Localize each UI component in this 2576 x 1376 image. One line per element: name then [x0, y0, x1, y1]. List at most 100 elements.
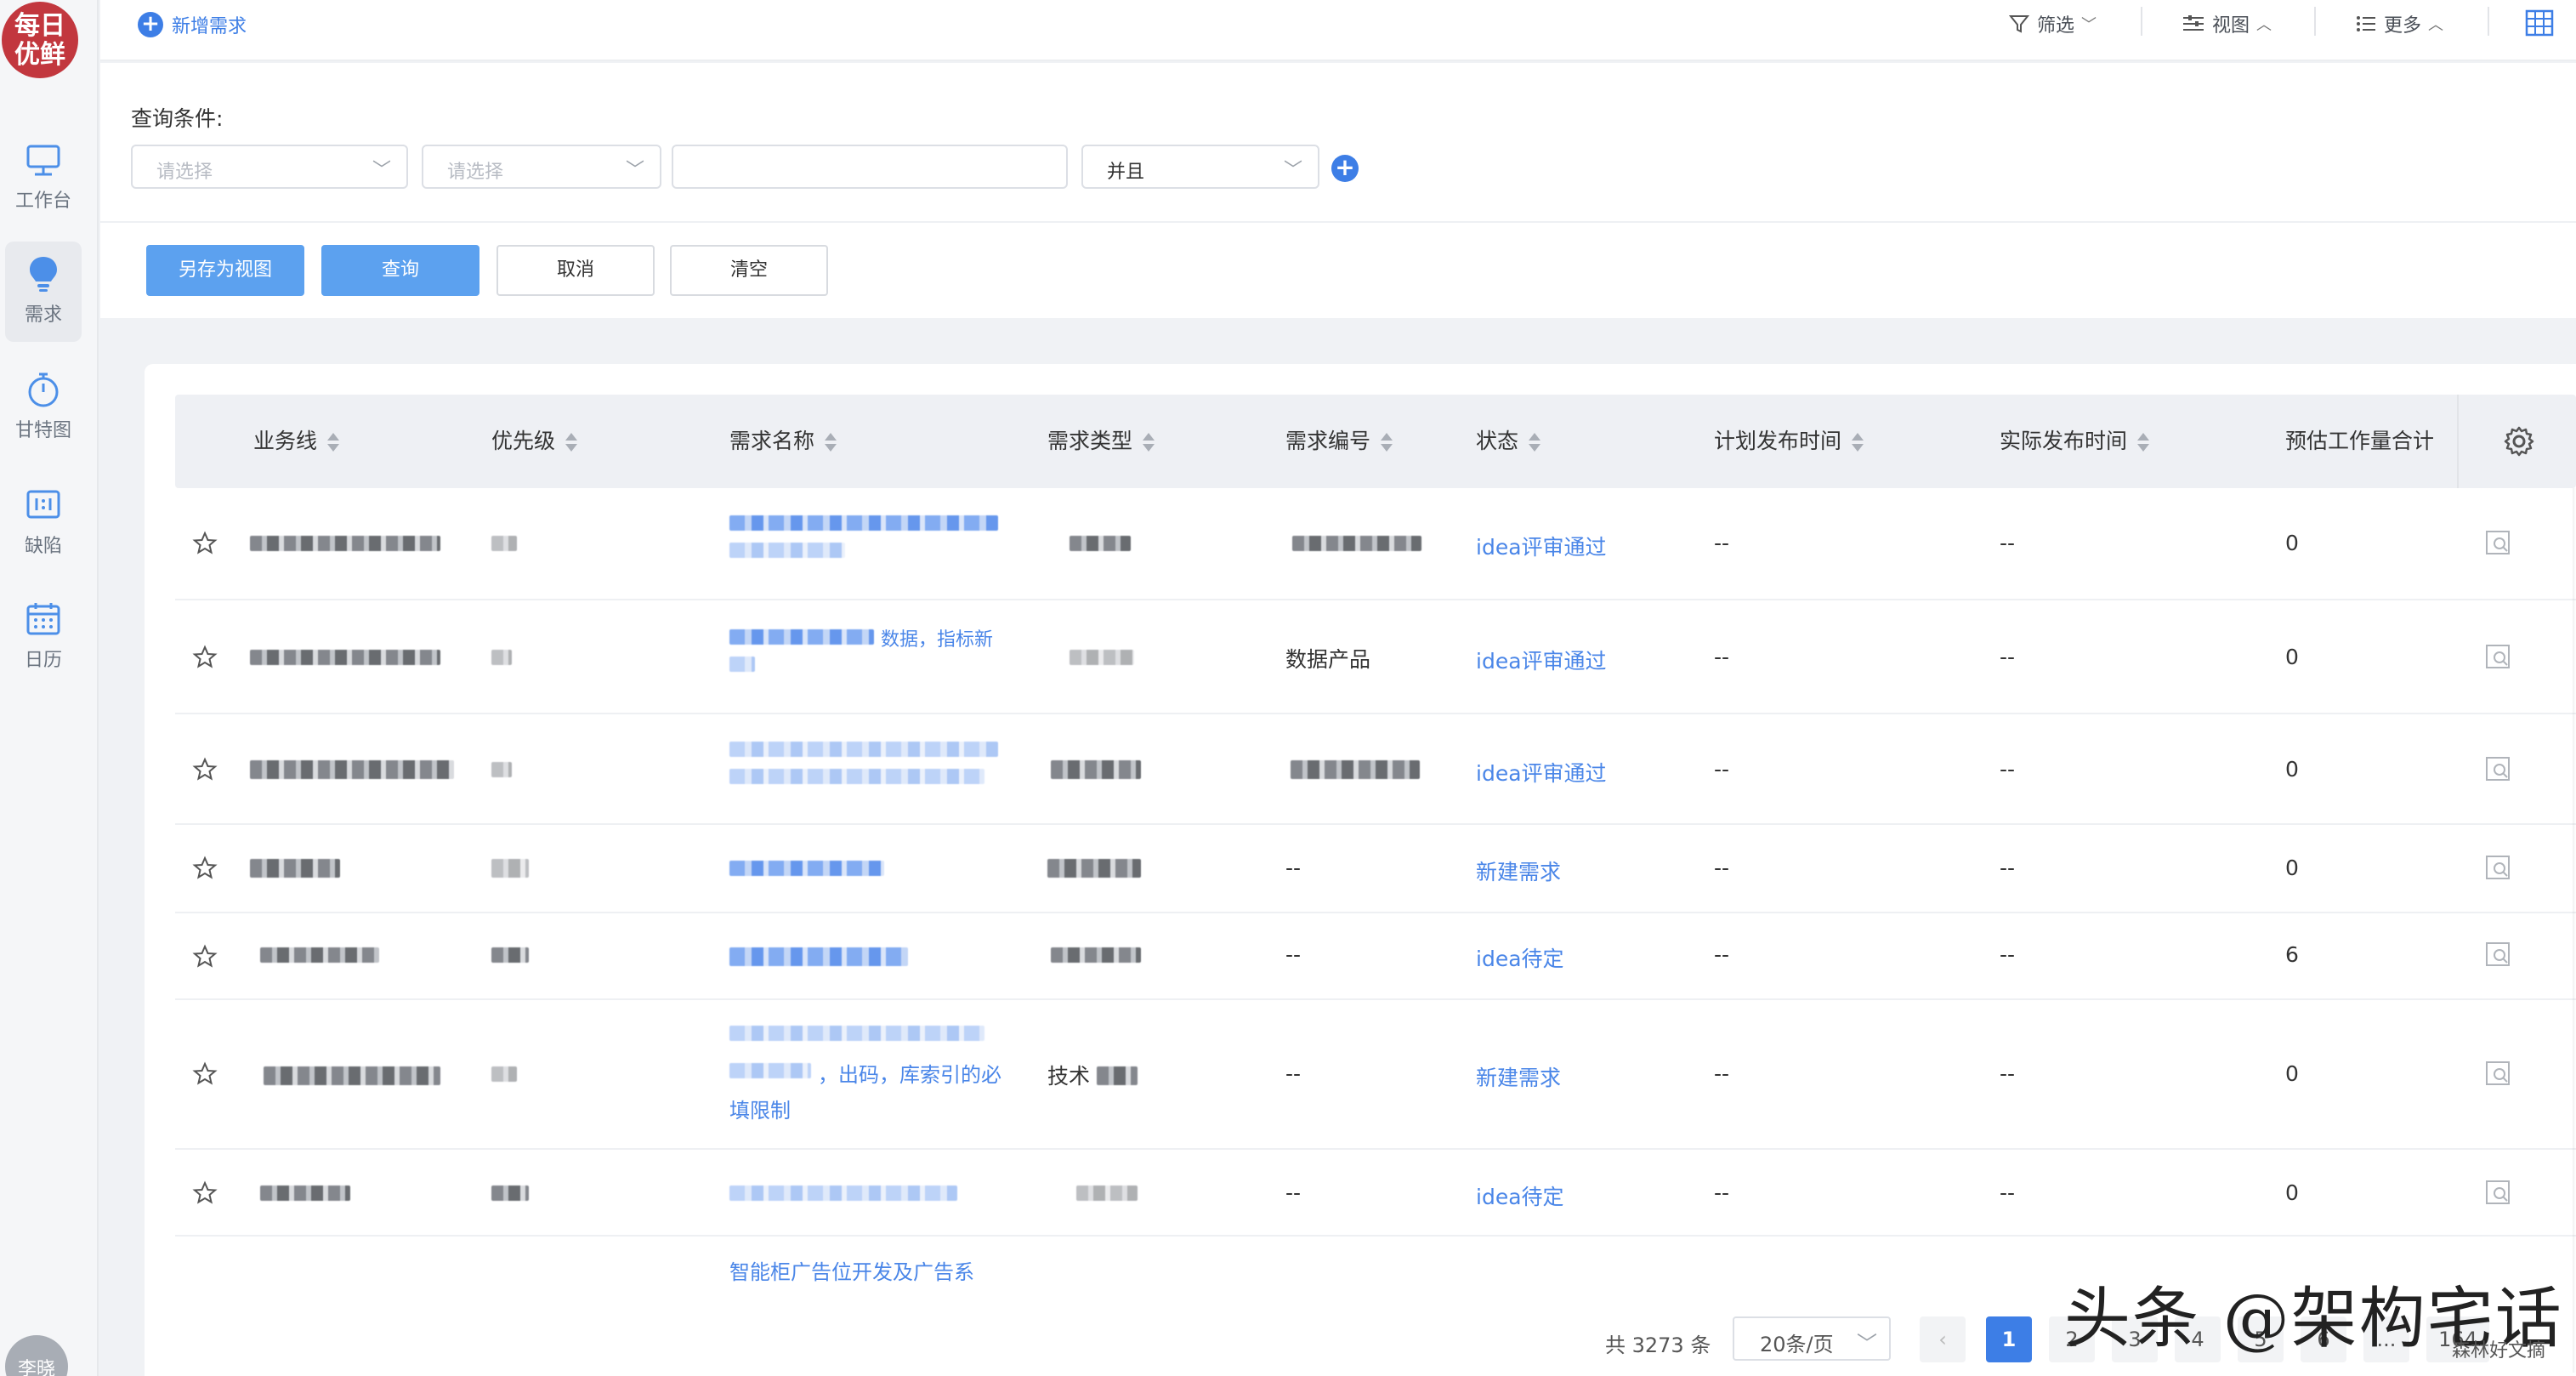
- sidebar-item-workbench[interactable]: 工作台: [5, 128, 82, 228]
- filter-button[interactable]: 筛选 ﹀: [2008, 9, 2097, 39]
- page-button-1[interactable]: 1: [1986, 1316, 2032, 1362]
- condition-value-input[interactable]: [672, 145, 1068, 189]
- status-link[interactable]: idea评审通过: [1476, 531, 1607, 561]
- select-value: 并且: [1107, 162, 1145, 183]
- redacted-type: [1047, 859, 1141, 878]
- star-icon[interactable]: [192, 757, 218, 782]
- redacted-name[interactable]: [729, 1026, 984, 1041]
- sort-icon[interactable]: [1381, 431, 1393, 453]
- star-icon[interactable]: [192, 1061, 218, 1087]
- sidebar-item-defects[interactable]: 缺陷: [5, 473, 82, 573]
- status-link[interactable]: 新建需求: [1476, 1061, 1561, 1092]
- chevron-down-icon: ﹀: [625, 160, 644, 181]
- view-detail-icon[interactable]: [2484, 529, 2513, 558]
- sidebar-item-calendar[interactable]: 日历: [5, 587, 82, 687]
- status-link[interactable]: idea评审通过: [1476, 645, 1607, 675]
- name-text-fragment[interactable]: 填限制: [729, 1094, 791, 1123]
- column-title: 业务线: [253, 429, 318, 453]
- table-row[interactable]: -- idea待定 -- -- 0: [175, 1150, 2576, 1237]
- name-text-fragment[interactable]: ，出码，库索引的必: [818, 1058, 1001, 1088]
- prev-page-button[interactable]: ‹: [1920, 1316, 1966, 1362]
- column-header-priority[interactable]: 优先级: [491, 395, 578, 488]
- redacted-name[interactable]: [729, 861, 884, 876]
- table-row[interactable]: idea评审通过 -- -- 0: [175, 714, 2576, 825]
- list-icon: [2357, 16, 2375, 31]
- star-icon[interactable]: [192, 856, 218, 881]
- page-size-select[interactable]: 20条/页 ﹀: [1733, 1316, 1891, 1361]
- table-row[interactable]: ，出码，库索引的必 填限制 技术 -- 新建需求 -- -- 0: [175, 1000, 2576, 1150]
- requirement-type-cell: 技术: [1047, 1064, 1091, 1089]
- redacted-name[interactable]: [729, 1186, 957, 1201]
- view-button[interactable]: 视图 ︿: [2182, 9, 2272, 39]
- sort-icon[interactable]: [327, 431, 340, 453]
- requirement-number-cell: --: [1285, 942, 1302, 967]
- more-button[interactable]: 更多 ︿: [2355, 9, 2443, 39]
- table-row[interactable]: -- 新建需求 -- -- 0: [175, 825, 2576, 913]
- view-detail-icon[interactable]: [2484, 941, 2513, 969]
- condition-field-select[interactable]: 请选择 ﹀: [131, 145, 408, 189]
- calendar-icon: [26, 603, 60, 635]
- status-link[interactable]: idea评审通过: [1476, 757, 1607, 788]
- star-icon[interactable]: [192, 944, 218, 969]
- lightbulb-icon: [30, 257, 57, 292]
- view-detail-icon[interactable]: [2484, 854, 2513, 883]
- column-header-type[interactable]: 需求类型: [1047, 395, 1155, 488]
- table-row[interactable]: 数据，指标新 数据产品 idea评审通过 -- -- 0: [175, 600, 2576, 714]
- sidebar-item-gantt[interactable]: 甘特图: [5, 357, 82, 458]
- condition-logic-select[interactable]: 并且 ﹀: [1081, 145, 1319, 189]
- sort-icon[interactable]: [1143, 431, 1155, 453]
- sidebar-item-requirements[interactable]: 需求: [5, 242, 82, 342]
- column-header-estimate[interactable]: 预估工作量合计: [2285, 395, 2455, 488]
- clear-button[interactable]: 清空: [670, 245, 828, 296]
- sort-icon[interactable]: [2137, 431, 2150, 453]
- view-detail-icon[interactable]: [2484, 755, 2513, 784]
- redacted-name[interactable]: [729, 947, 908, 966]
- view-detail-icon[interactable]: [2484, 1060, 2513, 1089]
- estimate-cell: 0: [2285, 856, 2299, 880]
- toolbar-divider: [2314, 7, 2316, 36]
- table-row[interactable]: -- idea待定 -- -- 6: [175, 913, 2576, 1000]
- new-requirement-button[interactable]: + 新增需求: [138, 10, 247, 39]
- star-icon[interactable]: [192, 1180, 218, 1206]
- column-header-number[interactable]: 需求编号: [1285, 395, 1393, 488]
- redacted-priority: [491, 859, 529, 878]
- redacted-name[interactable]: [729, 629, 874, 645]
- estimate-cell: 6: [2285, 942, 2299, 967]
- cancel-button[interactable]: 取消: [496, 245, 655, 296]
- star-icon[interactable]: [192, 531, 218, 556]
- column-title: 状态: [1476, 429, 1519, 453]
- gear-icon[interactable]: [2503, 425, 2535, 458]
- requirement-number-cell: --: [1285, 1180, 1302, 1205]
- column-title: 预估工作量合计: [2285, 429, 2435, 453]
- column-header-status[interactable]: 状态: [1476, 395, 1541, 488]
- brand-logo[interactable]: 每日 优鲜: [2, 2, 78, 78]
- column-header-plan-release[interactable]: 计划发布时间: [1714, 395, 1864, 488]
- column-header-actual-release[interactable]: 实际发布时间: [2000, 395, 2150, 488]
- sort-icon[interactable]: [825, 431, 837, 453]
- view-detail-icon[interactable]: [2484, 643, 2513, 672]
- redacted-type: [1097, 1066, 1138, 1085]
- column-header-name[interactable]: 需求名称: [729, 395, 837, 488]
- redacted-type: [1070, 536, 1131, 551]
- redacted-name[interactable]: [729, 742, 998, 757]
- redacted-priority: [491, 650, 512, 665]
- sort-icon[interactable]: [1852, 431, 1864, 453]
- table-row[interactable]: idea评审通过 -- -- 0: [175, 488, 2576, 600]
- table-view-icon[interactable]: [2525, 9, 2554, 37]
- sort-icon[interactable]: [565, 431, 578, 453]
- star-icon[interactable]: [192, 645, 218, 670]
- status-link[interactable]: 新建需求: [1476, 856, 1561, 886]
- search-button[interactable]: 查询: [321, 245, 479, 296]
- requirement-name-link[interactable]: 智能柜广告位开发及广告系: [729, 1255, 974, 1285]
- save-as-view-button[interactable]: 另存为视图: [146, 245, 304, 296]
- view-detail-icon[interactable]: [2484, 1179, 2513, 1208]
- add-condition-button[interactable]: +: [1331, 155, 1359, 182]
- status-link[interactable]: idea待定: [1476, 942, 1564, 973]
- name-text-fragment[interactable]: 数据，指标新: [881, 624, 993, 651]
- condition-operator-select[interactable]: 请选择 ﹀: [422, 145, 661, 189]
- column-header-business-line[interactable]: 业务线: [253, 395, 340, 488]
- sort-icon[interactable]: [1529, 431, 1541, 453]
- redacted-name[interactable]: [729, 515, 998, 531]
- status-link[interactable]: idea待定: [1476, 1180, 1564, 1211]
- sidebar-item-label: 需求: [24, 304, 62, 326]
